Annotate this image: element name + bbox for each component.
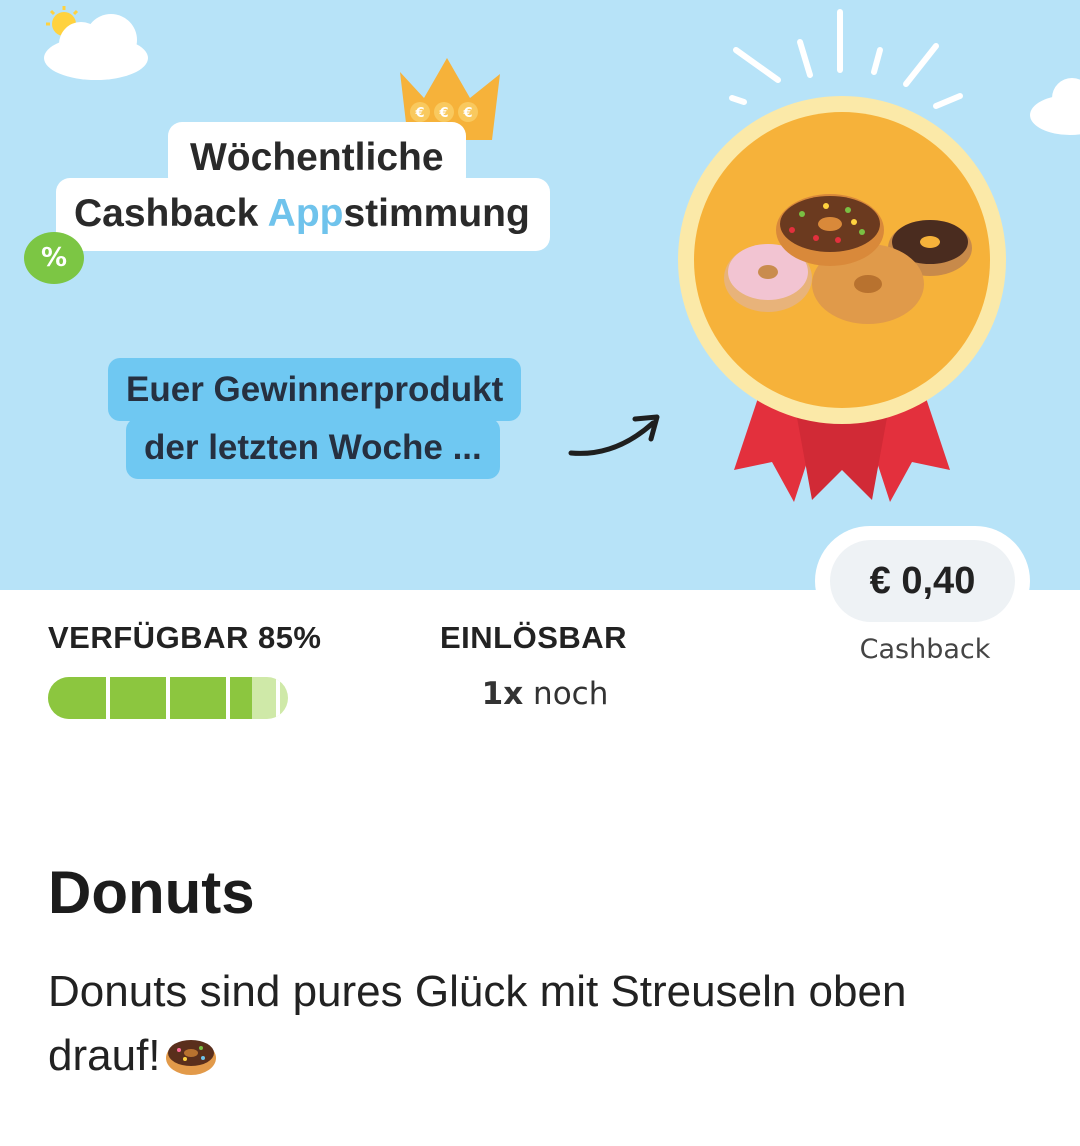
cashback-price-pill: € 0,40 — [815, 526, 1030, 636]
progress-segment-divider — [226, 677, 230, 719]
availability-label: VERFÜGBAR 85% — [48, 620, 322, 655]
redeemable-suffix: noch — [523, 676, 609, 712]
redeemable-remaining: 1x noch — [440, 676, 650, 712]
donut-emoji-icon — [165, 1040, 216, 1075]
cashback-amount: € 0,40 — [830, 540, 1015, 622]
banner-title-text-2b: stimmung — [343, 192, 530, 235]
banner-title-text-2a: Cashback — [74, 192, 268, 235]
banner-title-line2: Cashback Appstimmung — [56, 178, 550, 251]
product-description: Donuts sind pures Glück mit Streuseln ob… — [48, 960, 1028, 1088]
cloud-sun-icon — [44, 6, 148, 80]
availability-progress-fill — [48, 677, 252, 719]
redeemable-count: 1x — [481, 676, 524, 712]
percent-badge-icon: % — [24, 232, 84, 284]
banner-title-text-1: Wöchentliche — [190, 136, 444, 179]
redeemable-label: EINLÖSBAR — [440, 620, 628, 655]
progress-segment-divider — [276, 677, 280, 719]
product-title: Donuts — [48, 859, 255, 926]
medal-donuts-icon — [678, 96, 1006, 502]
svg-text:€: € — [462, 106, 472, 121]
promo-banner: € € € Wöchentliche Cashback Appstimmung % … — [0, 0, 1080, 590]
progress-segment-divider — [106, 677, 110, 719]
availability-progress-bar — [48, 677, 288, 719]
svg-text:€: € — [438, 106, 448, 121]
svg-text:€: € — [414, 106, 424, 121]
curved-arrow-icon — [568, 414, 660, 456]
cloud-icon — [1030, 78, 1080, 135]
winner-text-1: Euer Gewinnerprodukt — [126, 370, 504, 409]
winner-caption-line2: der letzten Woche ... — [126, 418, 500, 479]
progress-segment-divider — [166, 677, 170, 719]
percent-badge-text: % — [40, 243, 68, 273]
cashback-label: Cashback — [859, 634, 991, 665]
winner-text-2: der letzten Woche ... — [144, 428, 482, 467]
banner-title-accent: App — [267, 192, 344, 235]
winner-caption-line1: Euer Gewinnerprodukt — [108, 358, 522, 421]
